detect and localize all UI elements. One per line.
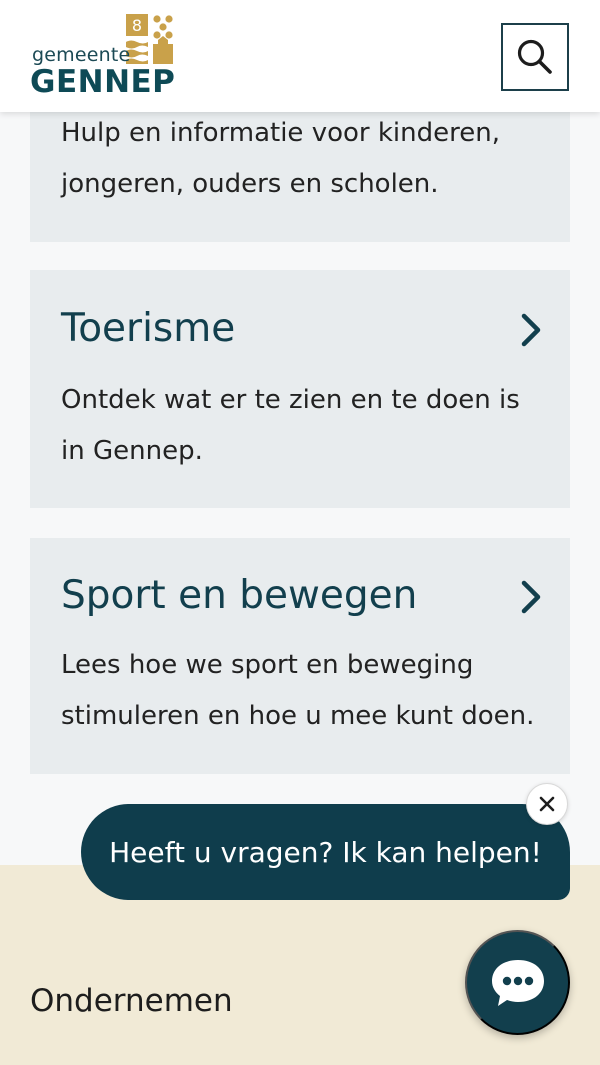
card-title: Sport en bewegen [61,573,418,618]
card-title: Toerisme [61,306,236,351]
card-description: Ontdek wat er te zien en te doen is in G… [61,385,520,466]
chat-prompt-bubble[interactable]: Heeft u vragen? Ik kan helpen! [81,804,570,900]
site-header: 8 gemeente GENNEP [0,0,600,112]
chat-close-button[interactable] [526,783,568,825]
chat-prompt-text: Heeft u vragen? Ik kan helpen! [109,835,542,869]
chat-launcher-button[interactable] [465,930,570,1035]
coat-of-arms-icon: 8 [126,14,173,64]
logo-gemeente-text: gemeente [32,44,131,66]
card-sport-en-bewegen[interactable]: Sport en bewegen Lees hoe we sport en be… [30,538,570,774]
card-toerisme[interactable]: Toerisme Ontdek wat er te zien en te doe… [30,270,570,508]
chevron-right-icon [521,313,541,347]
close-icon [539,796,555,812]
gemeente-gennep-logo[interactable]: 8 gemeente GENNEP [30,14,190,100]
logo-gennep-text: GENNEP [30,64,176,100]
footer-heading-ondernemen[interactable]: Ondernemen [30,983,233,1019]
chat-icon [491,959,544,1006]
chevron-right-icon [521,580,541,614]
svg-text:8: 8 [132,16,142,35]
card-description: Hulp en informatie voor kinderen, jonger… [61,118,500,199]
card-description: Lees hoe we sport en beweging stimuleren… [61,650,535,731]
search-button[interactable] [501,23,569,91]
search-icon [517,39,552,74]
